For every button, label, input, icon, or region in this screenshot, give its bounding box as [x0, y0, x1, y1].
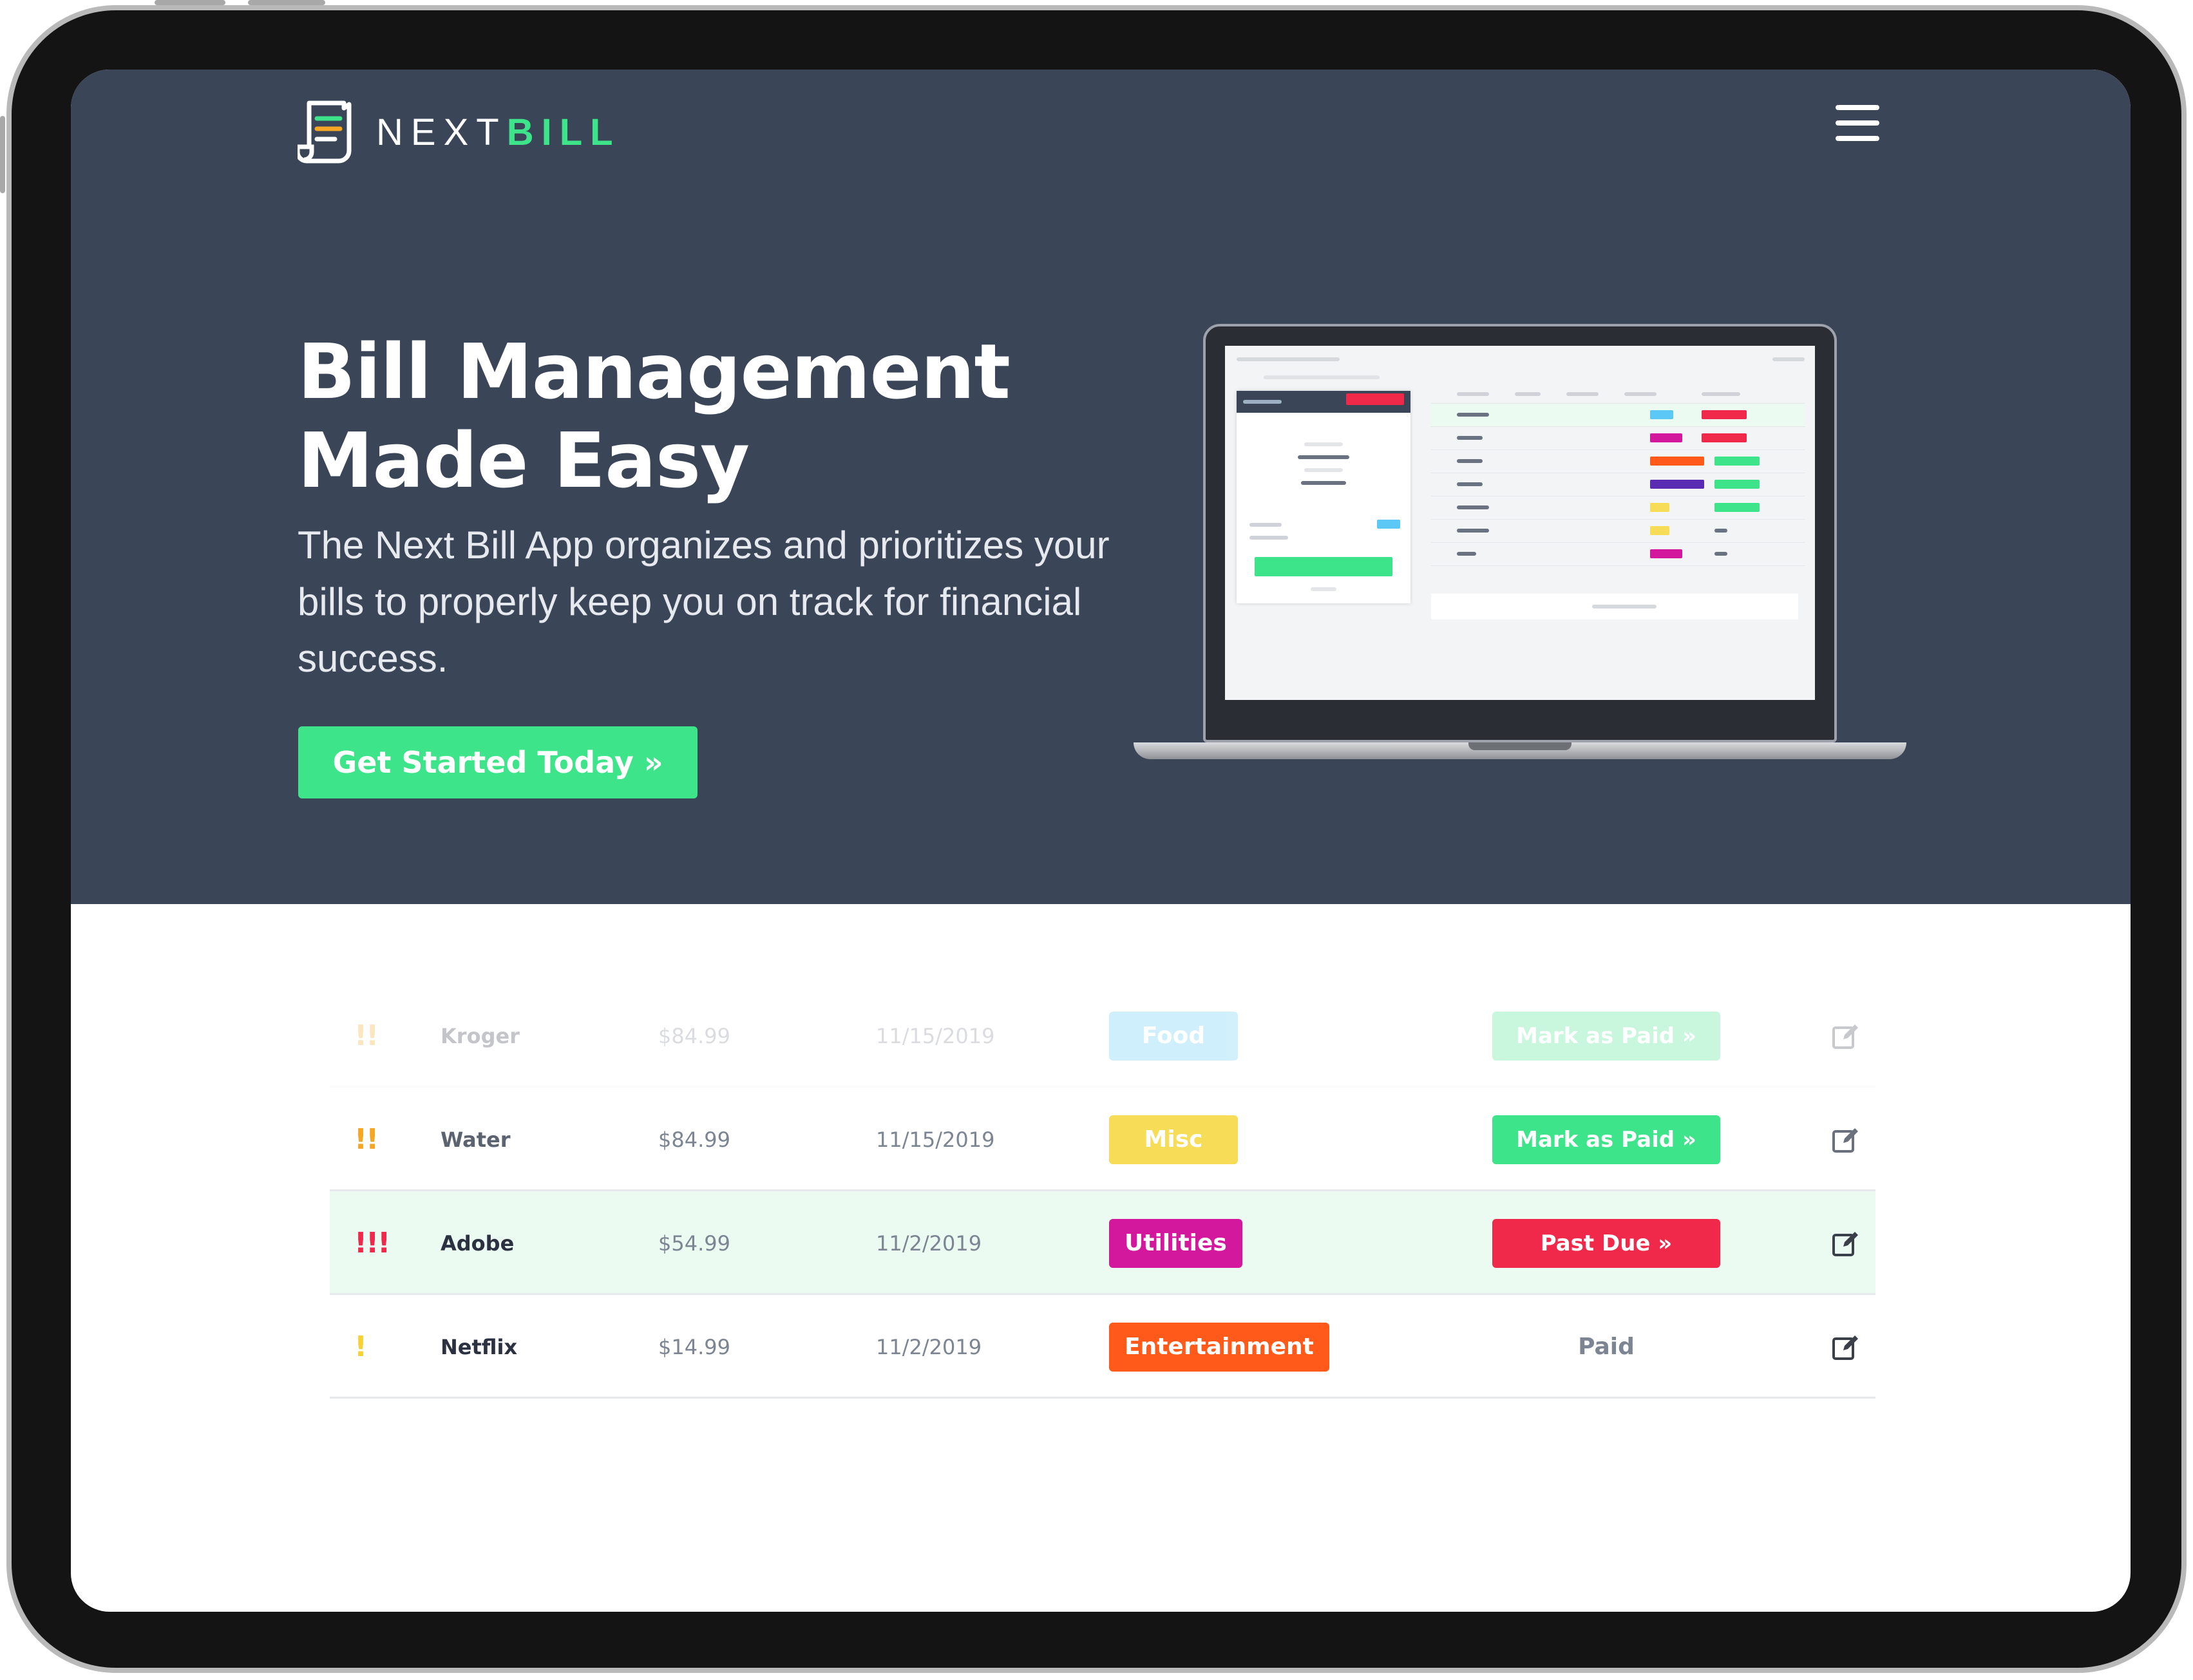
priority-indicator: !: [354, 1330, 367, 1363]
bill-amount: $84.99: [658, 1023, 730, 1048]
paid-status-text: Paid: [1578, 1334, 1635, 1360]
edit-cell: [1832, 1295, 1860, 1399]
priority-indicator: !!!: [354, 1227, 390, 1260]
laptop-screen-preview: [1225, 346, 1815, 700]
logo[interactable]: NEXTBILL: [298, 97, 621, 167]
edit-icon[interactable]: [1832, 1229, 1860, 1258]
hero-section: NEXTBILL Bill Management Made Easy The N…: [71, 70, 2131, 904]
edit-cell: [1832, 984, 1860, 1088]
mark-as-paid-button[interactable]: Mark as Paid »: [1492, 1115, 1720, 1164]
status-cell: Mark as Paid »: [1492, 1088, 1720, 1191]
bill-amount: $84.99: [658, 1127, 730, 1152]
screen: NEXTBILL Bill Management Made Easy The N…: [71, 70, 2131, 1612]
edit-icon[interactable]: [1832, 1126, 1860, 1154]
status-cell: Paid: [1492, 1295, 1720, 1399]
category-cell: Entertainment: [1109, 1295, 1329, 1399]
bills-table: !! Kroger $84.99 11/15/2019 Food Mark as…: [330, 984, 1875, 1399]
hero-title: Bill Management Made Easy: [298, 327, 1199, 505]
hero-title-line2: Made Easy: [298, 416, 750, 505]
category-cell: Food: [1109, 984, 1238, 1088]
laptop-lid: [1203, 324, 1837, 742]
receipt-icon: [298, 100, 352, 164]
table-row: !! Water $84.99 11/15/2019 Misc Mark as …: [330, 1088, 1875, 1191]
bill-name: Adobe: [441, 1231, 515, 1256]
bill-name: Kroger: [441, 1023, 520, 1048]
category-badge: Food: [1109, 1011, 1238, 1061]
edit-icon[interactable]: [1832, 1333, 1860, 1361]
priority-indicator: !!: [354, 1019, 379, 1052]
category-badge: Utilities: [1109, 1218, 1242, 1268]
category-badge: Misc: [1109, 1115, 1238, 1164]
bill-due-date: 11/2/2019: [876, 1231, 982, 1256]
brand-name-light: NEXT: [376, 111, 507, 153]
past-due-button[interactable]: Past Due »: [1492, 1218, 1720, 1268]
hamburger-menu-icon[interactable]: [1836, 105, 1881, 144]
bill-amount: $14.99: [658, 1334, 730, 1359]
bill-name: Netflix: [441, 1334, 518, 1359]
get-started-button[interactable]: Get Started Today »: [298, 726, 698, 798]
status-cell: Mark as Paid »: [1492, 984, 1720, 1088]
hero-title-line1: Bill Management: [298, 327, 1011, 416]
bill-due-date: 11/2/2019: [876, 1334, 982, 1359]
bill-due-date: 11/15/2019: [876, 1127, 995, 1152]
brand-name-bold: BILL: [506, 111, 621, 153]
category-cell: Misc: [1109, 1088, 1238, 1191]
table-row: !!! Adobe $54.99 11/2/2019 Utilities Pas…: [330, 1191, 1875, 1295]
laptop-notch: [1468, 742, 1571, 750]
category-cell: Utilities: [1109, 1191, 1242, 1295]
bill-due-date: 11/15/2019: [876, 1023, 995, 1048]
bill-name: Water: [441, 1127, 511, 1152]
priority-indicator: !!: [354, 1123, 379, 1156]
bill-amount: $54.99: [658, 1231, 730, 1256]
edit-cell: [1832, 1088, 1860, 1191]
brand-name: NEXTBILL: [376, 111, 621, 154]
hero-subtitle: The Next Bill App organizes and prioriti…: [298, 524, 1110, 680]
edit-cell: [1832, 1191, 1860, 1295]
table-row: !! Kroger $84.99 11/15/2019 Food Mark as…: [330, 984, 1875, 1088]
laptop-mockup: [1134, 324, 1906, 775]
table-row: ! Netflix $14.99 11/2/2019 Entertainment…: [330, 1295, 1875, 1399]
status-cell: Past Due »: [1492, 1191, 1720, 1295]
mark-as-paid-button[interactable]: Mark as Paid »: [1492, 1011, 1720, 1061]
edit-icon[interactable]: [1832, 1022, 1860, 1050]
volume-button-bottom: [248, 0, 325, 5]
category-badge: Entertainment: [1109, 1322, 1329, 1372]
power-button: [0, 116, 5, 193]
volume-button-top: [155, 0, 225, 5]
